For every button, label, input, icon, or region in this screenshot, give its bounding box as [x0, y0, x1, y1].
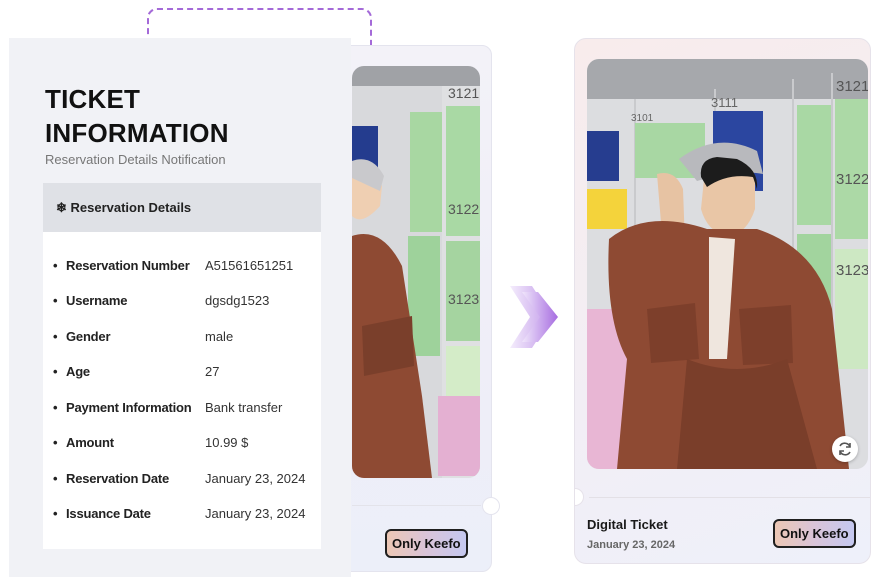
locker-3101: 3101	[631, 113, 654, 124]
locker-3111: 3111	[711, 95, 738, 110]
reservation-details-header: ❄ Reservation Details	[43, 183, 321, 232]
ticket-notch	[575, 488, 584, 506]
only-keefo-badge: Only Keefo	[773, 519, 856, 548]
detail-row-payment: • Payment Information Bank transfer	[53, 400, 283, 415]
title-line-1: TICKET	[45, 84, 141, 114]
detail-row-issuance-date: • Issuance Date January 23, 2024	[53, 506, 306, 521]
double-chevron-right-icon	[510, 286, 558, 348]
detail-row-reservation-date: • Reservation Date January 23, 2024	[53, 471, 306, 486]
ticket-back-badge: Only Keefo	[385, 529, 468, 558]
title-line-2: INFORMATION	[45, 118, 229, 148]
ticket-back-photo: 3121 3122 3123	[352, 66, 480, 478]
detail-row-username: • Username dgsdg1523	[53, 293, 270, 308]
ticket-separator	[589, 497, 870, 498]
panel-title: TICKET INFORMATION	[45, 82, 229, 150]
only-keefo-badge: Only Keefo	[385, 529, 468, 558]
detail-row-amount: • Amount 10.99 $	[53, 435, 249, 450]
ticket-date: January 23, 2024	[587, 539, 676, 551]
ticket-back-notch	[482, 497, 500, 515]
detail-row-gender: • Gender male	[53, 329, 234, 344]
refresh-button[interactable]	[832, 436, 858, 462]
ticket-title: Digital Ticket	[587, 517, 668, 532]
ticket-preview-canvas: 3121 3122 3123 Only Keefo TICKET INFORMA…	[0, 0, 871, 577]
detail-row-age: • Age 27	[53, 364, 220, 379]
ticket-back-separator	[352, 505, 481, 506]
back-locker-3122: 3122	[448, 201, 479, 217]
digital-ticket-card: 3111 3101 3121 3122 3123 Digital Ticket …	[574, 38, 871, 564]
reservation-details-list: • Reservation Number A51561651251 • Usernam…	[43, 232, 321, 549]
locker-3122: 3122	[836, 171, 868, 188]
ticket-photo: 3111 3101 3121 3122 3123	[587, 59, 868, 469]
back-locker-3123: 3123	[448, 291, 479, 307]
locker-3123: 3123	[836, 262, 868, 279]
detail-row-reservation-number: • Reservation Number A51561651251	[53, 258, 294, 273]
panel-subtitle: Reservation Details Notification	[45, 152, 226, 167]
ticket-info-panel: TICKET INFORMATION Reservation Details N…	[9, 38, 351, 577]
locker-3121: 3121	[836, 78, 868, 95]
refresh-icon	[839, 442, 851, 456]
ticket-badge: Only Keefo	[773, 519, 856, 548]
back-locker-3121: 3121	[448, 85, 479, 101]
